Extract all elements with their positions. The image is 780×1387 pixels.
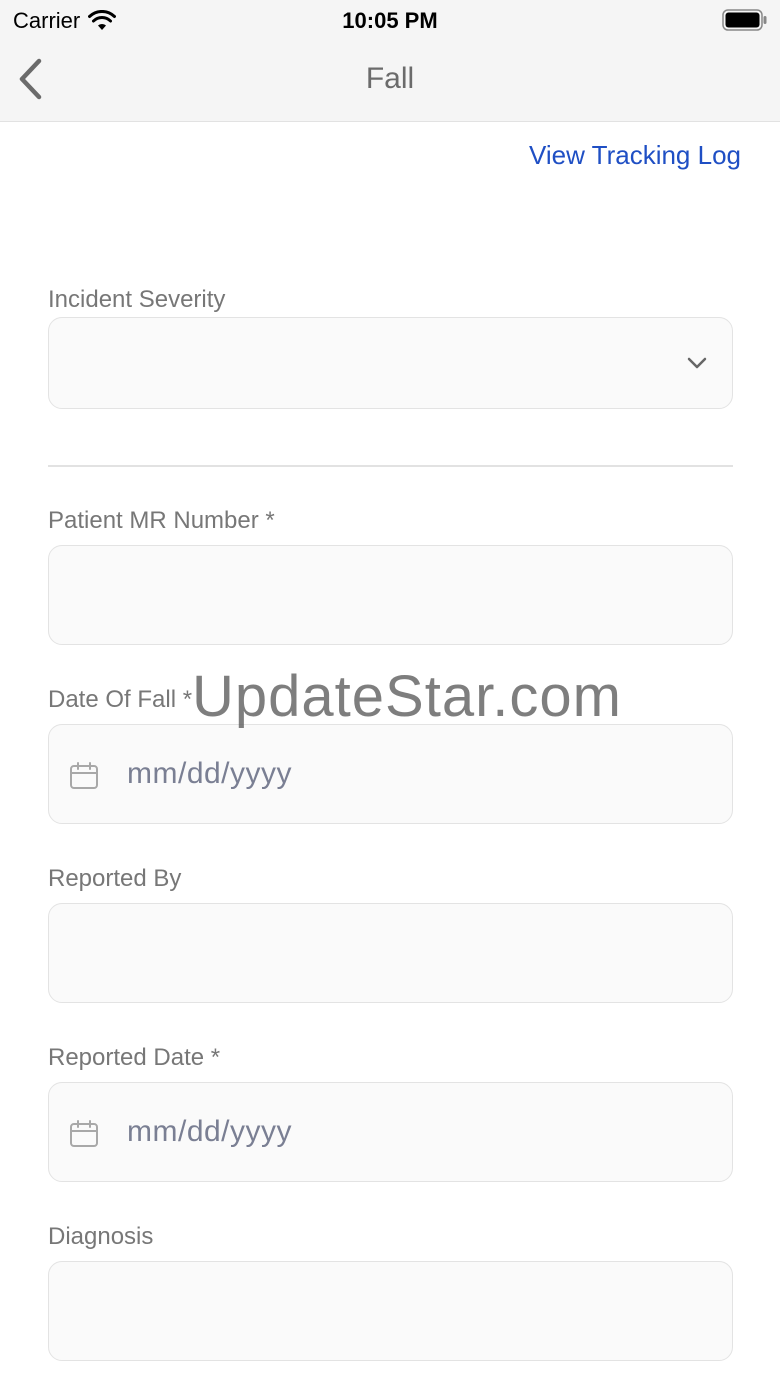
- calendar-icon: [70, 762, 98, 789]
- reported-date-label: Reported Date *: [48, 1044, 221, 1071]
- chevron-down-icon: [687, 357, 707, 369]
- status-bar: Carrier 10:05 PM: [0, 0, 780, 40]
- navigation-bar: Fall: [0, 40, 780, 122]
- patient-mr-number-input[interactable]: [48, 545, 733, 645]
- patient-mr-number-label: Patient MR Number *: [48, 507, 275, 534]
- status-time: 10:05 PM: [342, 8, 438, 33]
- watermark: UpdateStar.com: [192, 664, 622, 729]
- battery-icon: [722, 9, 767, 31]
- reported-date-input[interactable]: mm/dd/yyyy: [48, 1082, 733, 1182]
- diagnosis-label: Diagnosis: [48, 1223, 154, 1250]
- page-title: Fall: [365, 62, 415, 95]
- section-divider: [48, 465, 733, 467]
- date-placeholder: mm/dd/yyyy: [127, 1115, 293, 1148]
- date-of-fall-label: Date Of Fall *: [48, 686, 193, 713]
- incident-severity-label: Incident Severity: [48, 286, 226, 313]
- calendar-icon: [70, 1120, 98, 1147]
- diagnosis-input[interactable]: [48, 1261, 733, 1361]
- date-of-fall-input[interactable]: mm/dd/yyyy: [48, 724, 733, 824]
- view-tracking-log-link[interactable]: View Tracking Log: [529, 140, 741, 171]
- reported-by-label: Reported By: [48, 865, 182, 892]
- date-placeholder: mm/dd/yyyy: [127, 757, 293, 790]
- reported-by-input[interactable]: [48, 903, 733, 1003]
- incident-severity-select[interactable]: [48, 317, 733, 409]
